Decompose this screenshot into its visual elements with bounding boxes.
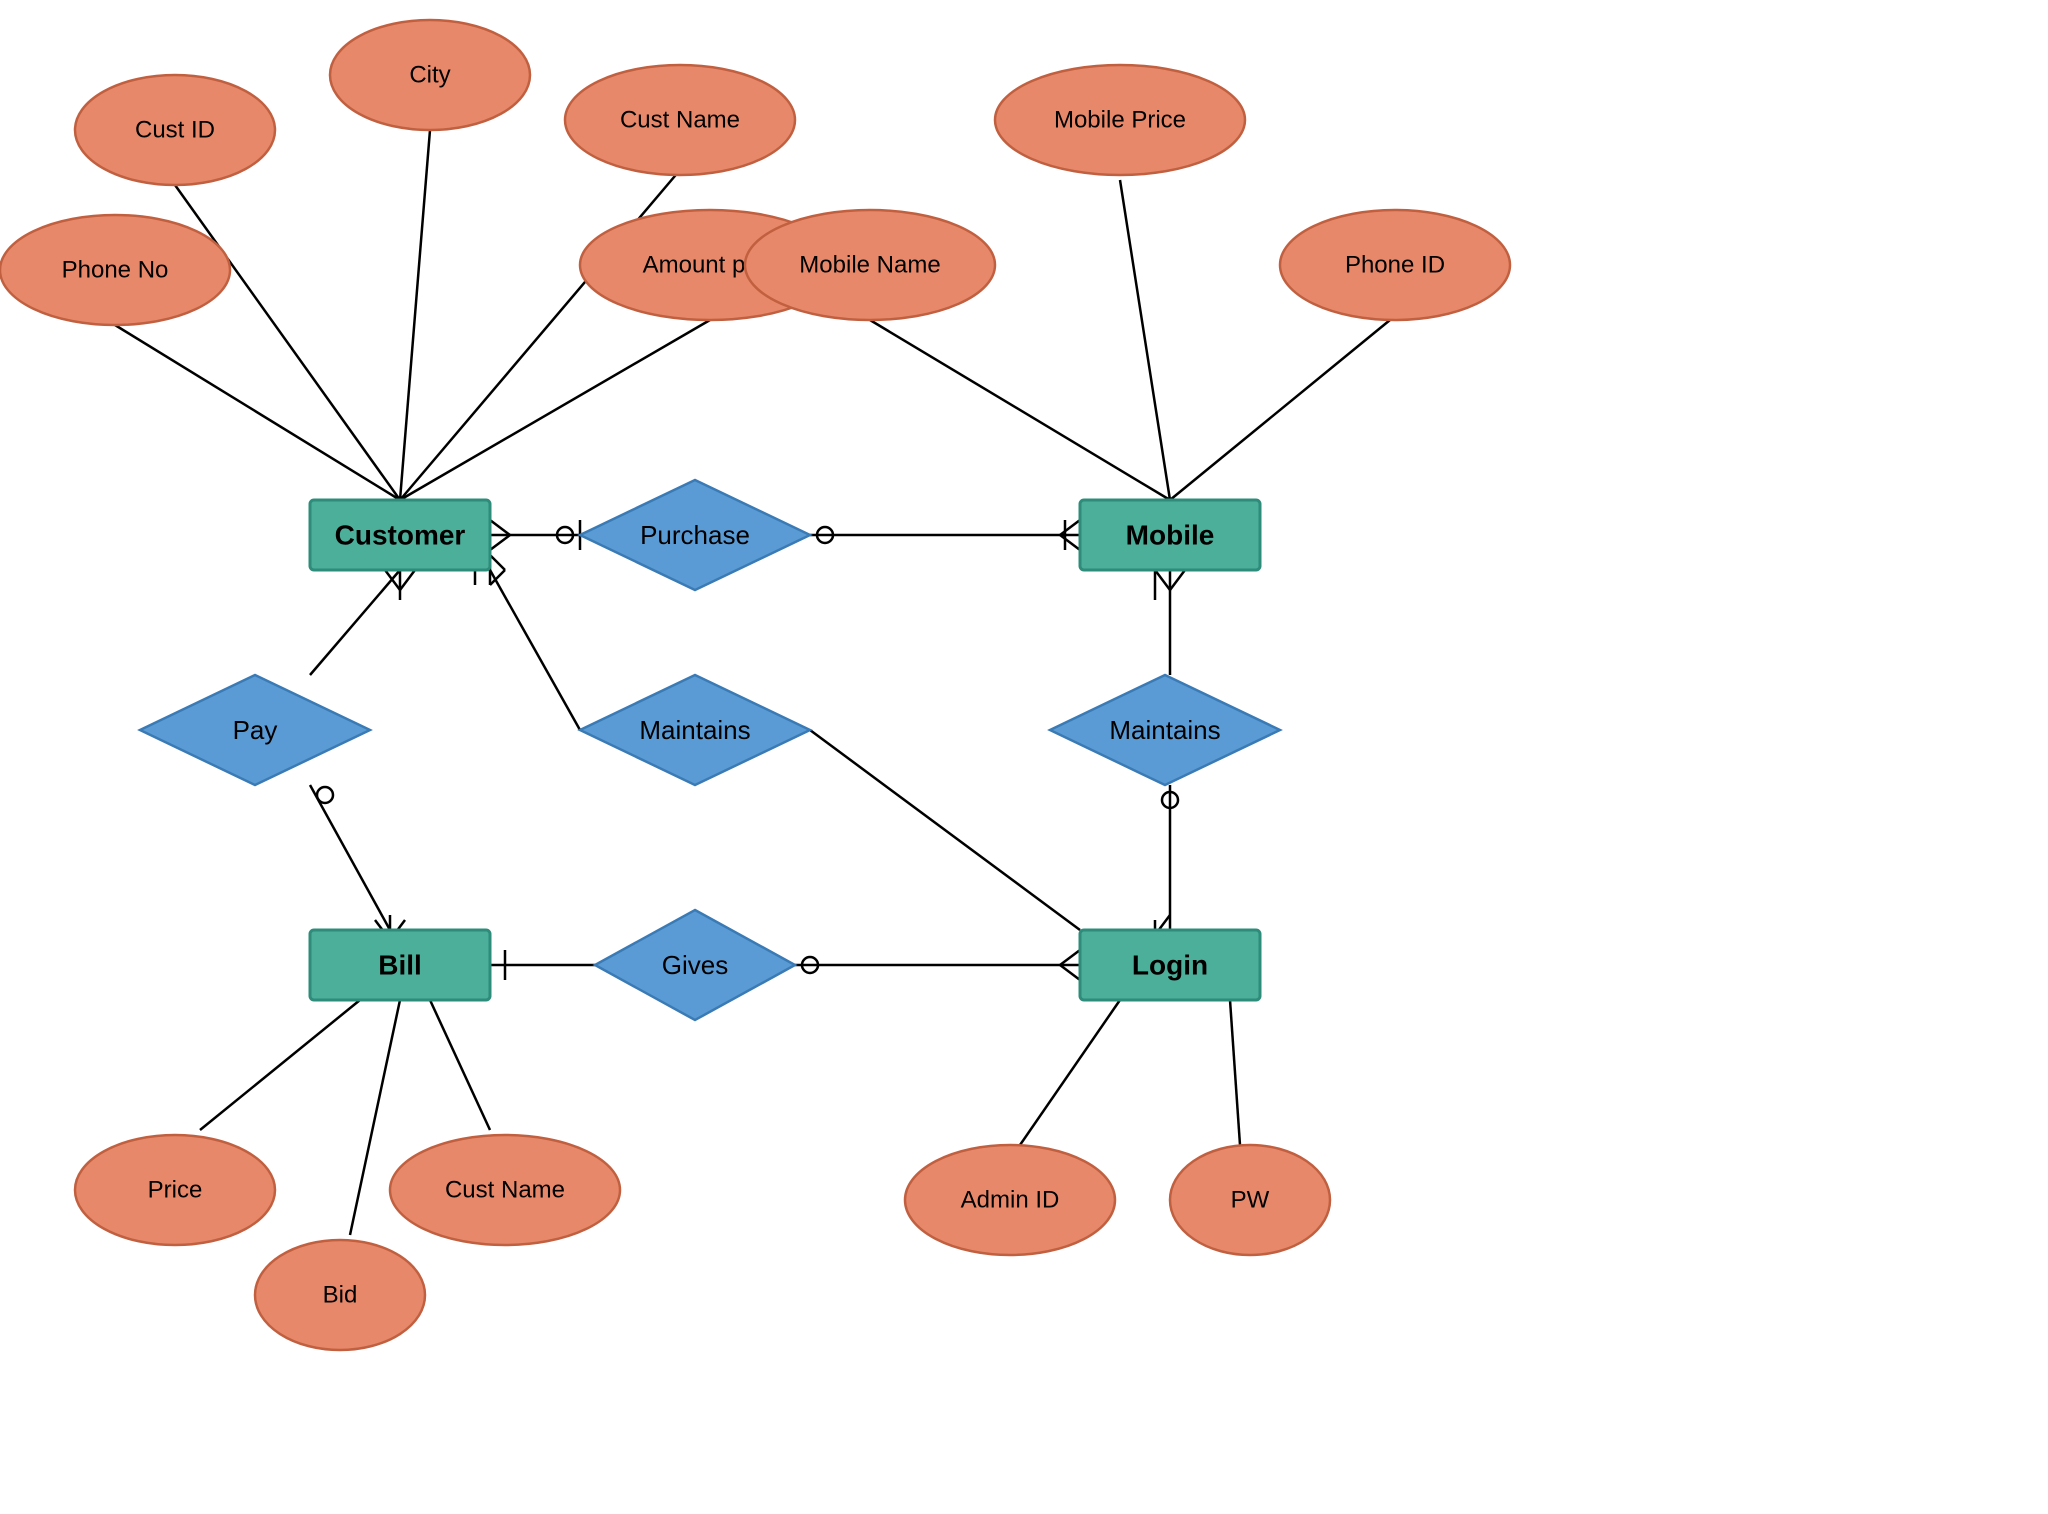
attr-mobilename-label: Mobile Name [799, 252, 940, 279]
relation-maintains-right-label: Maintains [1109, 715, 1220, 745]
crow-customer-purchase1 [490, 520, 510, 535]
line-mobile-mobileprice [1120, 180, 1170, 500]
attr-phoneno-label: Phone No [62, 257, 169, 284]
line-customer-city [400, 130, 430, 500]
attr-custname-label: Cust Name [620, 107, 740, 134]
line-customer-custid [175, 185, 400, 500]
relation-purchase-label: Purchase [640, 520, 750, 550]
line-customer-pay-top [310, 570, 400, 675]
line-login-pw [1230, 1000, 1240, 1145]
relation-gives-label: Gives [662, 950, 728, 980]
crow-customer-purchase2 [490, 535, 510, 550]
line-login-adminid [1020, 1000, 1120, 1145]
line-bill-price [200, 1000, 360, 1130]
crow-customer-pay2 [400, 570, 415, 590]
line-customer-maintains [490, 570, 580, 730]
attr-mobileprice-label: Mobile Price [1054, 107, 1186, 134]
attr-pw-label: PW [1231, 1187, 1270, 1214]
line-customer-amountpaid [400, 320, 710, 500]
line-pay-bill [310, 785, 390, 930]
attr-city-label: City [409, 62, 450, 89]
attr-price-label: Price [148, 1177, 203, 1204]
line-customer-phoneno [115, 325, 400, 500]
crow-login-left1 [1060, 950, 1080, 965]
attr-custname2-label: Cust Name [445, 1177, 565, 1204]
attr-phoneid-label: Phone ID [1345, 252, 1445, 279]
attr-adminid-label: Admin ID [961, 1187, 1060, 1214]
crow-mobile-maintains1 [1155, 570, 1170, 590]
line-mobile-mobilename [870, 320, 1170, 500]
relation-maintains-center-label: Maintains [639, 715, 750, 745]
crow-mobile-right2 [1060, 535, 1080, 550]
line-maintains-login [810, 730, 1080, 930]
attr-custid-label: Cust ID [135, 117, 215, 144]
crow-mobile-maintains2 [1170, 570, 1185, 590]
line-bill-custname2 [430, 1000, 490, 1130]
crow-mobile-right1 [1060, 520, 1080, 535]
entity-mobile-label: Mobile [1126, 520, 1215, 551]
circle-pay-bottom [317, 787, 333, 803]
attr-bid-label: Bid [323, 1282, 358, 1309]
crow-customer-maintains2 [490, 555, 505, 570]
entity-customer-label: Customer [335, 520, 466, 551]
relation-pay-label: Pay [233, 715, 278, 745]
crow-login-left2 [1060, 965, 1080, 980]
line-mobile-phoneid [1170, 320, 1390, 500]
er-diagram: Customer Mobile Bill Login Cust ID City … [0, 0, 2048, 1509]
entity-bill-label: Bill [378, 950, 422, 981]
entity-login-label: Login [1132, 950, 1208, 981]
